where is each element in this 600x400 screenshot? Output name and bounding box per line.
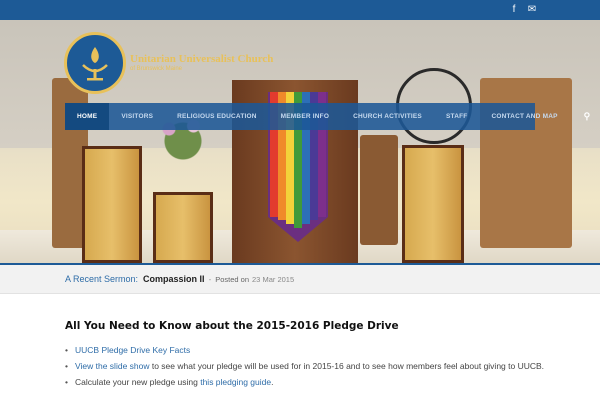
pledge-list: UUCB Pledge Drive Key Facts View the sli… xyxy=(65,344,545,388)
page-heading: All You Need to Know about the 2015-2016… xyxy=(65,320,399,332)
pledge-guide-prefix: Calculate your new pledge using xyxy=(75,377,201,387)
facebook-icon[interactable]: f xyxy=(508,4,520,16)
list-item: Calculate your new pledge using this ple… xyxy=(65,376,545,388)
recent-sermon-bar: A Recent Sermon: Compassion II - Posted … xyxy=(0,263,600,294)
small-pedestal xyxy=(153,192,213,263)
sermon-separator: - xyxy=(208,274,212,284)
nav-item-visitors[interactable]: VISITORS xyxy=(109,103,165,130)
list-item: View the slide show to see what your ple… xyxy=(65,360,545,372)
search-icon[interactable]: ⚲ xyxy=(570,103,600,130)
nav-item-church-activities[interactable]: CHURCH ACTIVITIES xyxy=(341,103,434,130)
pledging-guide-link[interactable]: this pledging guide xyxy=(200,377,271,387)
sermon-date: 23 Mar 2015 xyxy=(252,274,295,284)
social-links: f ✉ xyxy=(508,4,538,16)
site-logo[interactable]: Unitarian Universalist Church of Brunswi… xyxy=(64,32,273,94)
main-content: All You Need to Know about the 2015-2016… xyxy=(65,320,545,392)
nav-item-staff[interactable]: STAFF xyxy=(434,103,479,130)
slide-show-link[interactable]: View the slide show xyxy=(75,361,150,371)
key-facts-link[interactable]: UUCB Pledge Drive Key Facts xyxy=(75,345,190,355)
list-item: UUCB Pledge Drive Key Facts xyxy=(65,344,545,356)
site-name-line1: Unitarian Universalist Church xyxy=(130,53,274,65)
nav-item-member-info[interactable]: MEMBER INFO xyxy=(269,103,341,130)
email-icon[interactable]: ✉ xyxy=(526,4,538,16)
posted-on-label: Posted on xyxy=(215,274,250,284)
right-pedestal xyxy=(402,145,464,263)
nav-item-contact-and-map[interactable]: CONTACT AND MAP xyxy=(479,103,569,130)
site-name-line2: of Brunswick Maine xyxy=(130,66,183,72)
slide-show-description: to see what your pledge will be used for… xyxy=(149,361,545,371)
site-name: Unitarian Universalist Church of Brunswi… xyxy=(130,53,273,73)
center-chair xyxy=(360,135,398,245)
top-bar: f ✉ xyxy=(0,0,600,20)
sermon-label: A Recent Sermon: xyxy=(65,274,139,284)
nav-item-religious-education[interactable]: RELIGIOUS EDUCATION xyxy=(165,103,269,130)
main-nav: HOME VISITORS RELIGIOUS EDUCATION MEMBER… xyxy=(65,103,590,130)
hero-banner: Unitarian Universalist Church of Brunswi… xyxy=(0,20,600,263)
sermon-title-link[interactable]: Compassion II xyxy=(143,274,205,284)
pledge-guide-suffix: . xyxy=(271,377,274,387)
nav-item-home[interactable]: HOME xyxy=(65,103,110,130)
left-pedestal xyxy=(82,146,142,263)
chalice-logo-icon xyxy=(64,32,126,94)
